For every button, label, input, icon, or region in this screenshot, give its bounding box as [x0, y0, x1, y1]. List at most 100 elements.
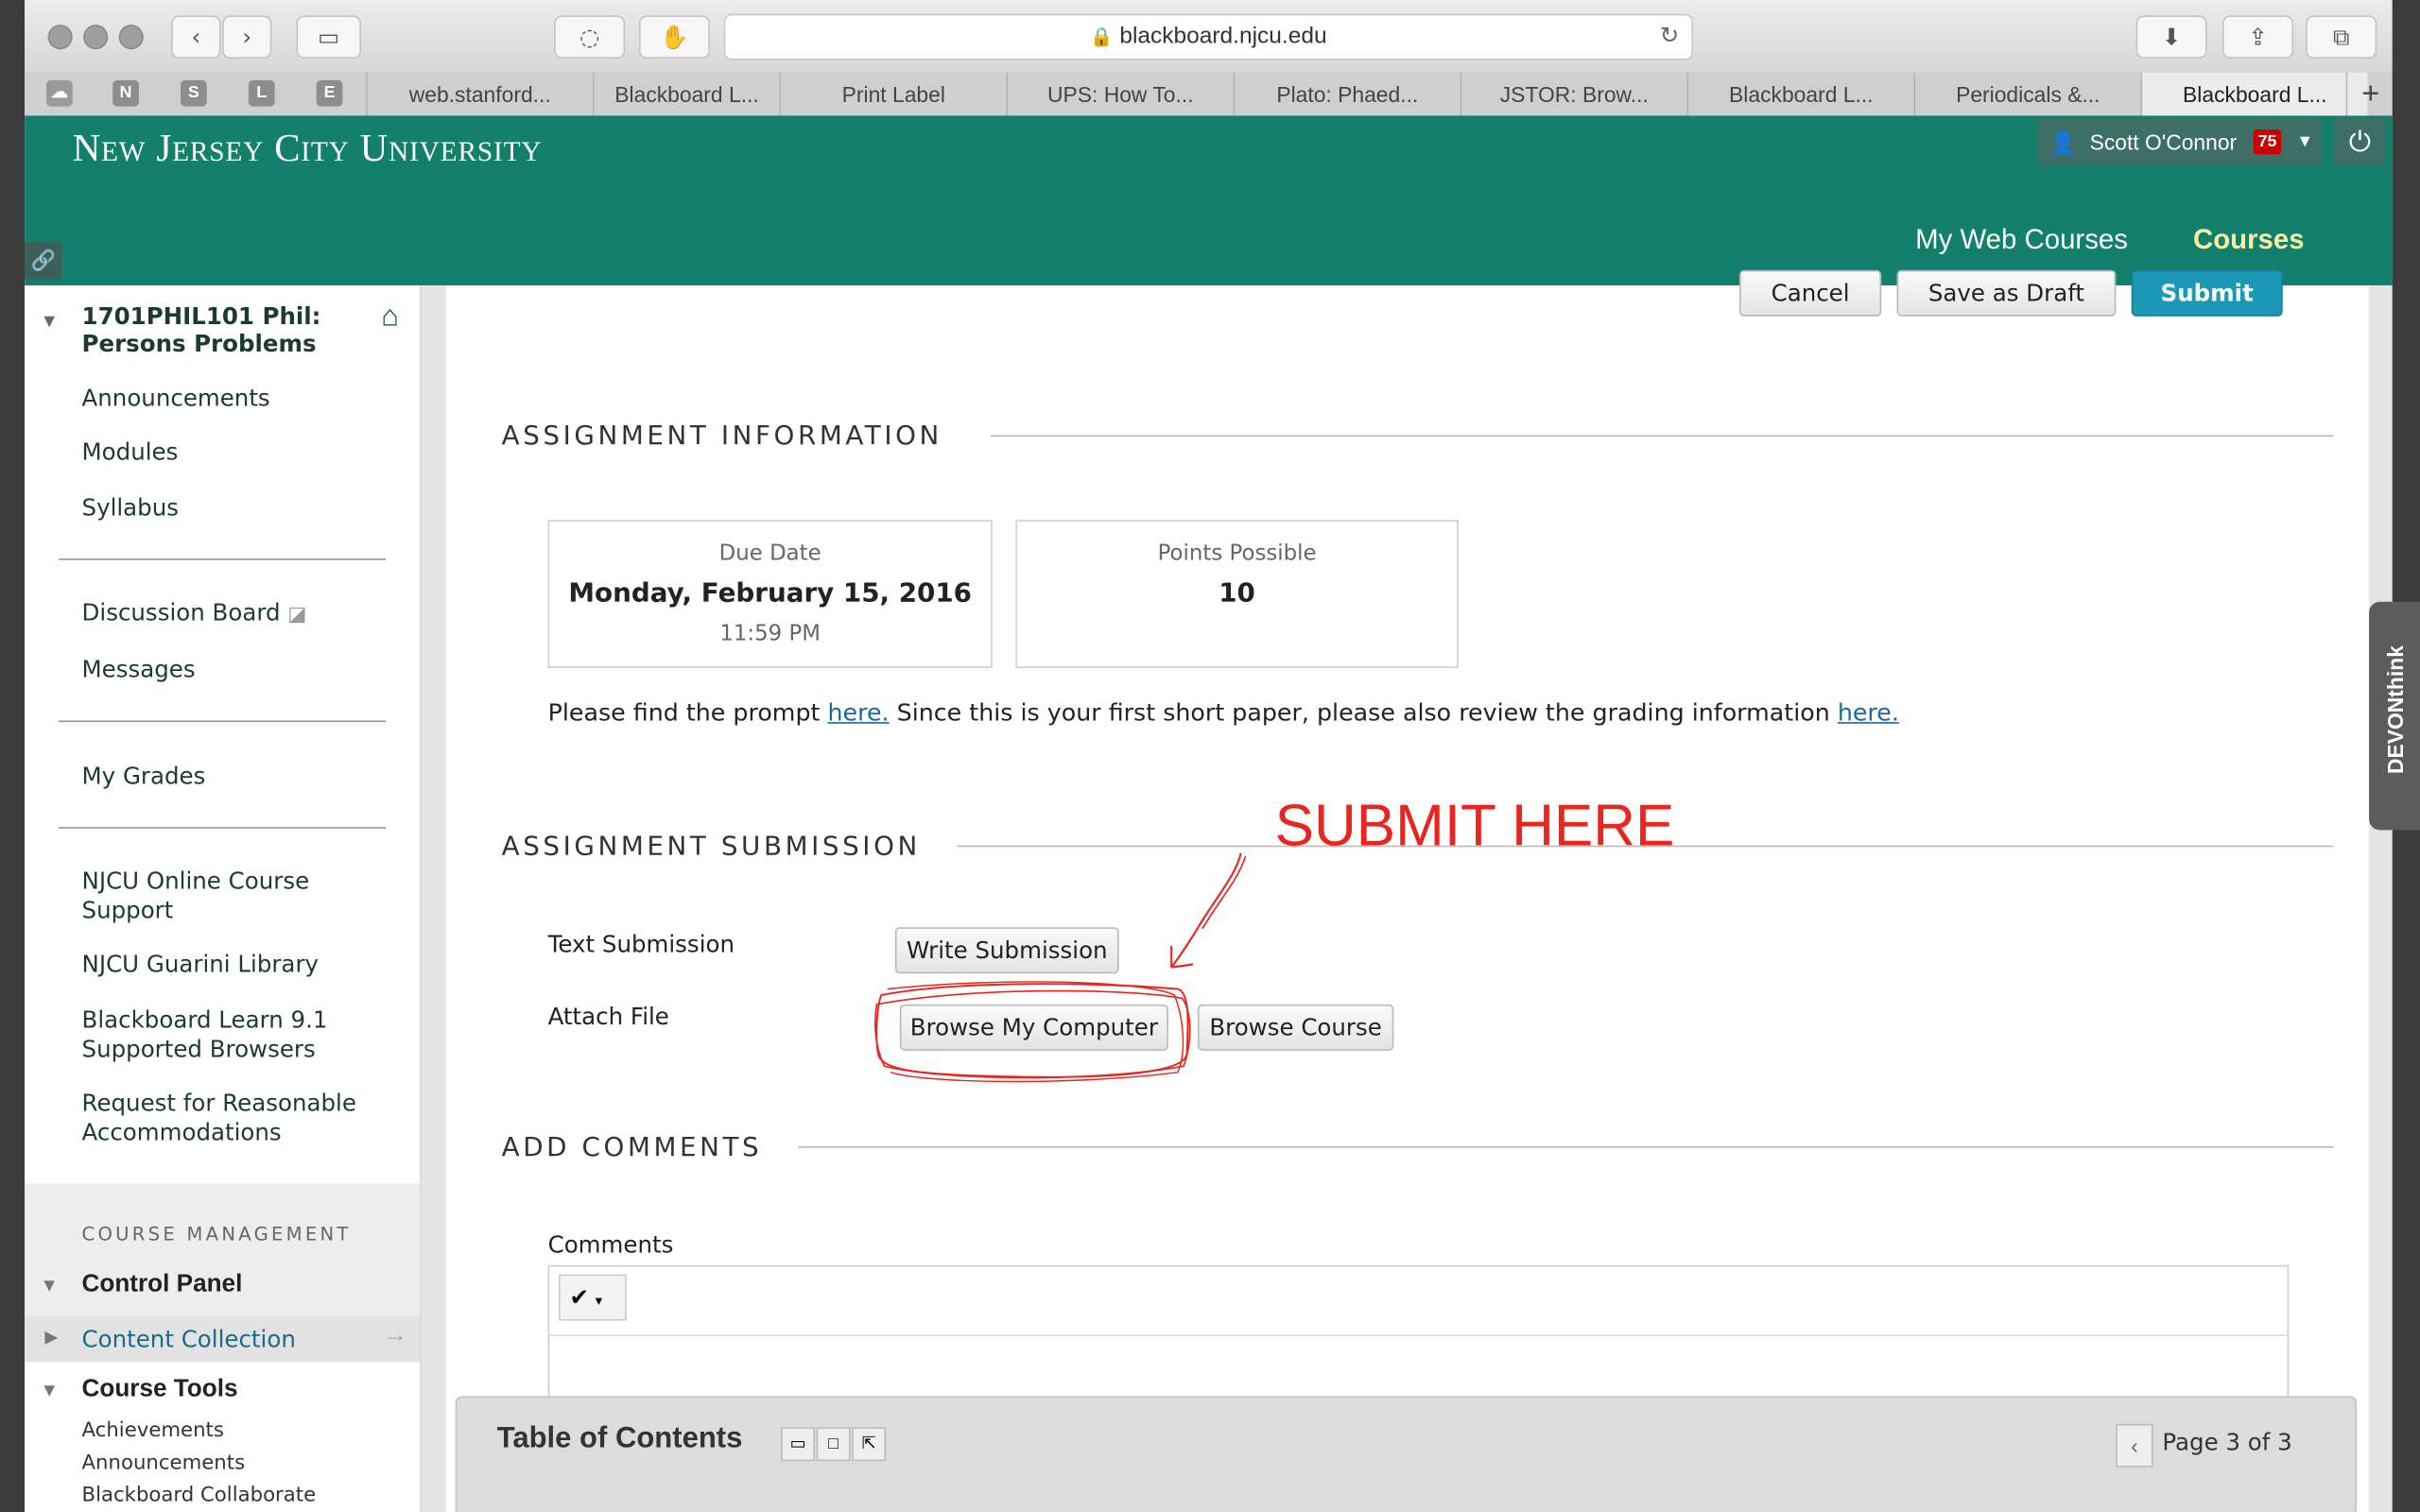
tab-9-active[interactable]: Blackboard L...	[2140, 72, 2368, 116]
external-edit-icon: ◪	[287, 603, 307, 627]
nav-courses[interactable]: Courses	[2193, 224, 2305, 256]
spellcheck-icon[interactable]: ✔ ▾	[559, 1274, 627, 1321]
popout-icon[interactable]: ⇱	[852, 1427, 887, 1462]
content-collection-row[interactable]: ▶ Content Collection →	[25, 1315, 421, 1363]
tabs-overview-icon[interactable]: ⧉	[2306, 15, 2377, 60]
assignment-submission-heading: ASSIGNMENT SUBMISSION	[501, 831, 921, 863]
tab-3[interactable]: Print Label	[779, 72, 1006, 116]
sidebar-item-messages[interactable]: Messages	[82, 656, 196, 683]
user-menu[interactable]: 👤 Scott O'Connor 75 ▼	[2037, 118, 2322, 165]
due-time-value: 11:59 PM	[719, 621, 821, 647]
due-date-label: Due Date	[718, 541, 821, 567]
devonthink-label: DEVONthink	[2382, 645, 2408, 774]
grading-info-link[interactable]: here.	[1838, 699, 1899, 727]
sidebar-item-my-grades[interactable]: My Grades	[82, 763, 206, 790]
logout-icon[interactable]: ⏻	[2333, 118, 2387, 165]
url-text: blackboard.njcu.edu	[1119, 23, 1327, 50]
discussion-board-label: Discussion Board	[81, 598, 281, 627]
collapse-triangle-icon[interactable]: ▼	[40, 310, 58, 332]
tool-blackboard-collaborate[interactable]: Blackboard Collaborate	[82, 1485, 317, 1507]
tool-announcements[interactable]: Announcements	[82, 1452, 246, 1474]
sidebar-item-discussion-board[interactable]: Discussion Board ◪	[82, 598, 307, 626]
pinned-tab-l[interactable]: L	[248, 79, 275, 107]
browse-course-button[interactable]: Browse Course	[1197, 1004, 1394, 1051]
extension-icon[interactable]: ◌	[554, 15, 626, 60]
share-icon[interactable]: ⇪	[2222, 15, 2294, 60]
privacy-icon[interactable]: ✋	[638, 15, 711, 60]
home-icon[interactable]: ⌂	[381, 301, 399, 335]
back-icon[interactable]: ‹	[171, 15, 221, 60]
sidebar-item-announcements[interactable]: Announcements	[82, 385, 270, 412]
editor-toolbar: ✔ ▾	[549, 1266, 2288, 1336]
divider	[798, 1146, 2334, 1148]
sidebar-item-syllabus[interactable]: Syllabus	[82, 493, 179, 521]
devonthink-tab[interactable]: DEVONthink	[2369, 601, 2420, 831]
content-collection-link[interactable]: Content Collection	[82, 1325, 296, 1352]
maximize-icon[interactable]: □	[816, 1427, 851, 1462]
tab-7[interactable]: Blackboard L...	[1686, 72, 1913, 116]
attach-file-label: Attach File	[547, 1003, 669, 1031]
course-tools-heading[interactable]: Course Tools	[82, 1376, 238, 1403]
close-window-button[interactable]	[47, 25, 73, 50]
forward-icon[interactable]: ›	[222, 15, 272, 60]
tab-6[interactable]: JSTOR: Brow...	[1460, 72, 1686, 116]
tab-2[interactable]: Blackboard L...	[592, 72, 780, 116]
expand-triangle-icon: ▶	[44, 1328, 59, 1348]
control-panel-heading[interactable]: Control Panel	[82, 1271, 243, 1298]
prompt-link[interactable]: here.	[828, 699, 890, 727]
previous-page-icon[interactable]: ‹	[2116, 1423, 2153, 1468]
course-tools-panel: ▼ Course Tools Achievements Announcement…	[25, 1362, 421, 1512]
sidebar-item-modules[interactable]: Modules	[82, 438, 179, 466]
toc-title[interactable]: Table of Contents	[497, 1422, 743, 1456]
pinned-tab-e[interactable]: E	[316, 79, 343, 107]
collapse-triangle-icon[interactable]: ▼	[40, 1380, 58, 1401]
course-title[interactable]: 1701PHIL101 Phil: Persons Problems	[82, 302, 345, 358]
sidebar-item-online-support[interactable]: NJCU Online Course Support	[82, 868, 345, 926]
text-submission-label: Text Submission	[547, 930, 735, 958]
sidebar-item-supported-browsers[interactable]: Blackboard Learn 9.1 Supported Browsers	[82, 1005, 360, 1064]
tab-5[interactable]: Plato: Phaed...	[1233, 72, 1460, 116]
address-bar[interactable]: 🔒 blackboard.njcu.edu ↻	[723, 13, 1694, 60]
write-submission-button[interactable]: Write Submission	[894, 927, 1119, 974]
submit-here-annotation: SUBMIT HERE	[1274, 794, 1675, 860]
comments-label: Comments	[547, 1230, 674, 1260]
browser-toolbar: ‹ › ▭ ◌ ✋ 🔒 blackboard.njcu.edu ↻ ⬇ ⇪ ⧉	[25, 0, 2393, 75]
page-indicator: Page 3 of 3	[2162, 1428, 2292, 1457]
points-label: Points Possible	[1157, 541, 1317, 567]
collapse-triangle-icon[interactable]: ▼	[40, 1275, 58, 1297]
site-header: New Jersey City University 👤 Scott O'Con…	[25, 115, 2393, 286]
instructions-text: Please find the prompt here. Since this …	[548, 699, 1899, 727]
circled-highlight	[874, 981, 1191, 1083]
tab-1[interactable]: web.stanford...	[365, 72, 593, 116]
link-icon[interactable]: 🔗	[25, 242, 62, 280]
sidebar-item-accommodations[interactable]: Request for Reasonable Accommodations	[82, 1090, 375, 1148]
divider	[991, 435, 2334, 438]
add-comments-heading: ADD COMMENTS	[501, 1132, 763, 1164]
new-tab-icon[interactable]: +	[2345, 72, 2394, 116]
notification-badge[interactable]: 75	[2253, 129, 2282, 155]
save-draft-button[interactable]: Save as Draft	[1896, 269, 2117, 317]
sidebar-item-library[interactable]: NJCU Guarini Library	[82, 951, 319, 978]
submit-button[interactable]: Submit	[2131, 269, 2283, 317]
minimize-icon[interactable]: ▭	[781, 1427, 816, 1462]
nav-my-web-courses[interactable]: My Web Courses	[1915, 224, 2128, 256]
points-box: Points Possible 10	[1015, 520, 1459, 668]
tab-4[interactable]: UPS: How To...	[1006, 72, 1233, 116]
chevron-down-icon[interactable]: ▼	[2296, 119, 2313, 165]
sidebar-toggle-icon[interactable]: ▭	[296, 15, 362, 60]
user-name: Scott O'Connor	[2089, 129, 2238, 155]
tab-8[interactable]: Periodicals &...	[1913, 72, 2140, 116]
university-logo[interactable]: New Jersey City University	[73, 129, 543, 172]
downloads-icon[interactable]: ⬇	[2135, 15, 2207, 60]
course-management-panel: COURSE MANAGEMENT ▼ Control Panel ▶ Cont…	[25, 1183, 421, 1512]
minimize-window-button[interactable]	[83, 25, 109, 50]
annotation-arrow	[1170, 852, 1247, 969]
reload-icon[interactable]: ↻	[1660, 15, 1680, 59]
cancel-button[interactable]: Cancel	[1738, 269, 1882, 317]
cloud-icon[interactable]: ☁	[45, 79, 73, 107]
tool-achievements[interactable]: Achievements	[82, 1419, 224, 1442]
due-date-value: Monday, February 15, 2016	[568, 578, 972, 610]
zoom-window-button[interactable]	[118, 25, 144, 50]
pinned-tab-n[interactable]: N	[112, 79, 139, 107]
pinned-tab-s[interactable]: S	[181, 79, 207, 107]
